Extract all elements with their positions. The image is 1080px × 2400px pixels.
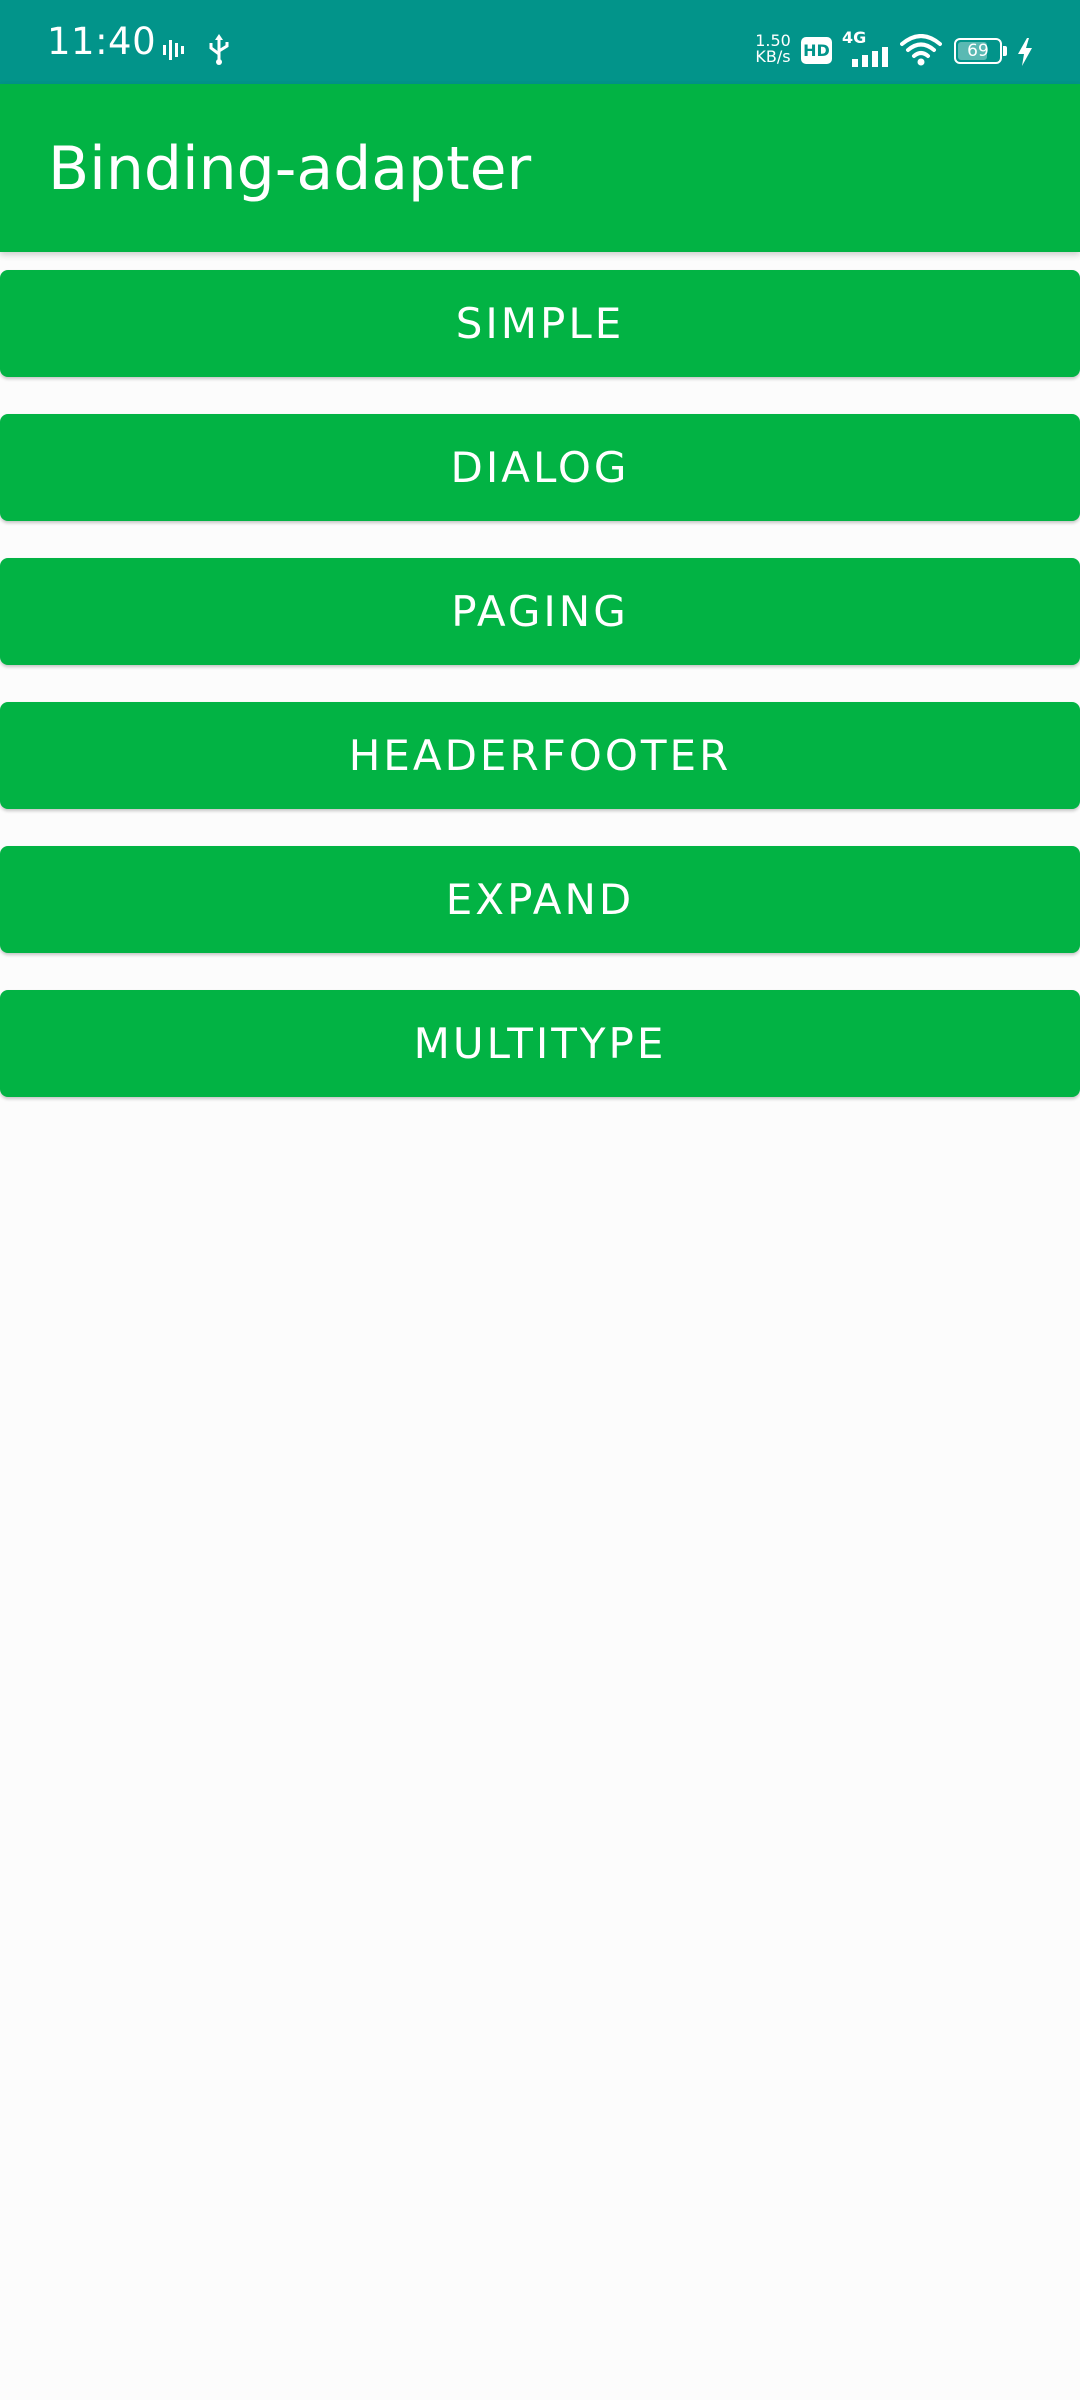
dialog-button[interactable]: DIALOG [0,414,1080,521]
multitype-button[interactable]: MULTITYPE [0,990,1080,1097]
network-type-label: 4G [842,28,867,47]
paging-button[interactable]: PAGING [0,558,1080,665]
activity-icon [163,40,184,60]
status-time: 11:40 [47,20,157,63]
button-list: SIMPLE DIALOG PAGING HEADERFOOTER EXPAND… [0,270,1080,1134]
battery-icon: 69 [954,38,1002,64]
expand-button[interactable]: EXPAND [0,846,1080,953]
battery-cap [1003,46,1007,56]
hd-label: HD [803,41,830,60]
battery-level: 69 [967,41,989,61]
status-bar: 11:40 1.50 KB/s HD 4G 69 [0,0,1080,84]
usb-icon [209,34,229,65]
signal-icon [852,47,888,67]
headerfooter-button[interactable]: HEADERFOOTER [0,702,1080,809]
app-title: Binding-adapter [48,134,532,204]
app-bar: Binding-adapter [0,84,1080,252]
hd-icon: HD [801,37,832,64]
network-speed-unit: KB/s [755,47,791,66]
wifi-icon [900,34,942,66]
simple-button[interactable]: SIMPLE [0,270,1080,377]
charging-icon [1018,38,1032,66]
network-speed: 1.50 KB/s [752,33,794,65]
